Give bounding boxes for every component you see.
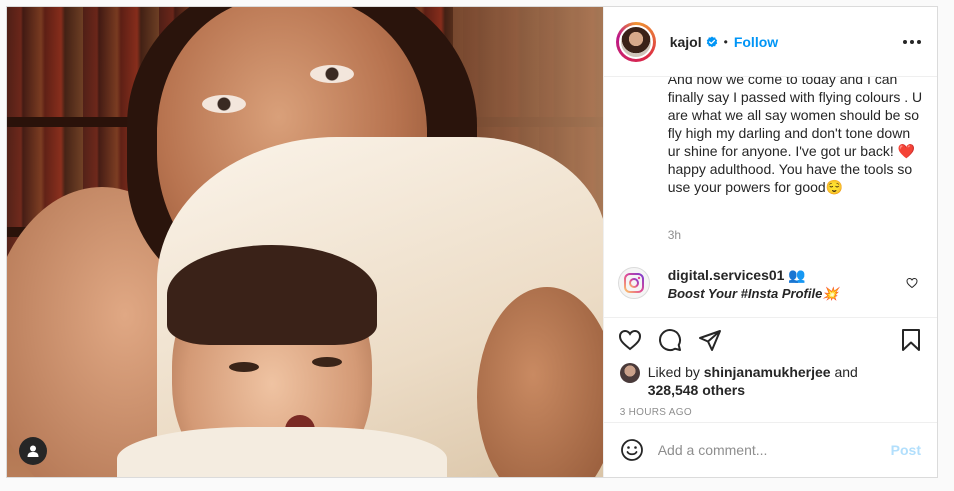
avatar [618,24,653,59]
like-heart-icon[interactable] [618,328,642,352]
like-comment-heart-icon[interactable] [906,277,918,289]
author-username[interactable]: kajol [670,34,702,50]
photo-baby-eye [229,362,259,372]
post-action-bar [603,317,937,361]
commenter-avatar[interactable] [617,267,650,299]
emoji-icon[interactable] [620,438,644,462]
photo-baby-eye [312,357,342,367]
follow-button[interactable]: Follow [734,34,778,50]
post-side-panel: kajol • Follow And now we come to today … [602,7,937,477]
likes-prefix: Liked by [647,364,704,380]
likes-summary: Liked by shinjanamukherjee and 328,548 o… [604,361,937,399]
story-ring[interactable] [615,21,656,62]
photo-mother-eye [202,95,246,113]
post-photo[interactable] [7,7,603,477]
comment-item: digital.services01 👥 Boost Your #Insta P… [617,265,928,305]
caption-timestamp[interactable]: 3h [668,228,681,242]
photo-baby-hair [167,245,377,345]
instagram-post: kajol • Follow And now we come to today … [6,6,938,478]
more-options-icon[interactable] [903,39,921,44]
comment-text: Boost Your #Insta Profile💥 [667,286,839,301]
tagged-users-button[interactable] [19,437,47,465]
save-bookmark-icon[interactable] [899,328,923,352]
add-comment-bar: Post [603,422,937,477]
comment-input[interactable] [657,442,891,458]
photo-mother-eye [310,65,354,83]
post-caption: And now we come to today and I can final… [667,77,927,195]
likes-middle: and [830,364,858,380]
post-header: kajol • Follow [603,7,937,77]
photo-baby-cloth [117,427,447,477]
comments-list[interactable]: And now we come to today and I can final… [604,77,937,317]
instagram-logo-icon [623,273,644,293]
post-age[interactable]: 3 HOURS AGO [604,399,937,418]
user-icon [27,445,39,457]
liker-avatar[interactable] [619,363,640,383]
separator-dot: • [723,34,728,49]
liker-username[interactable]: shinjanamukherjee [704,364,831,380]
commenter-username[interactable]: digital.services01 👥 [668,267,806,284]
likes-count[interactable]: 328,548 others [648,382,745,398]
post-comment-button[interactable]: Post [891,442,921,458]
comment-bubble-icon[interactable] [658,328,682,352]
share-paper-plane-icon[interactable] [698,328,722,352]
verified-badge-icon [706,36,718,48]
